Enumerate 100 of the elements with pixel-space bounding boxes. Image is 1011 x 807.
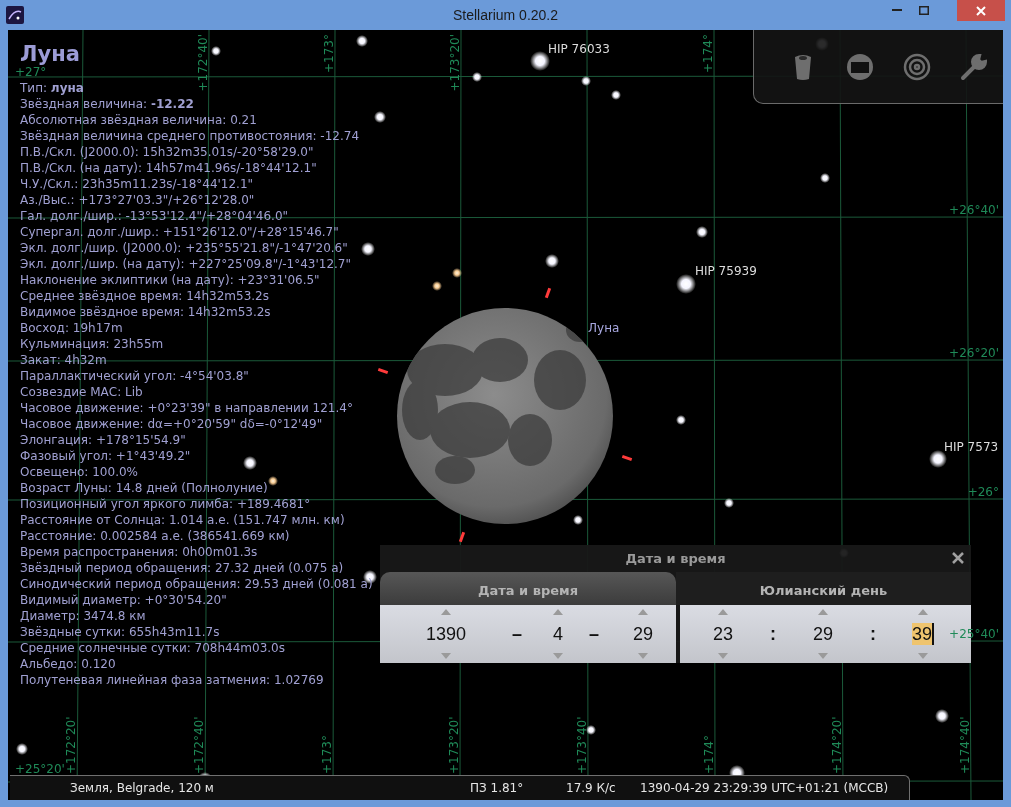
info-line: П.В./Скл. (J2000.0): 15h32m35.01s/-20°58'29.0" — [20, 144, 314, 160]
minimize-icon — [891, 8, 902, 12]
info-line: Расстояние от Солнца: 1.014 а.е. (151.747 млн. км) — [20, 512, 345, 528]
info-line: Альбедо: 0.120 — [20, 656, 116, 672]
date-time-text: 1390-04-29 23:29:39 UTC+01:21 (МССВ) — [640, 781, 889, 795]
down-arrow-icon — [638, 653, 648, 659]
spin-down-button[interactable] — [551, 652, 565, 660]
spin-down-button[interactable] — [916, 652, 930, 660]
info-line: Супергал. долг./шир.: +151°26'12.0"/+28°15'46.7" — [20, 224, 339, 240]
up-arrow-icon — [818, 609, 828, 615]
info-line: Абсолютная звёздная величина: 0.21 — [20, 112, 257, 128]
info-line: Экл. долг./шир. (на дату): +227°25'09.8"/-1°43'12.7" — [20, 256, 351, 272]
grid-label: +173° — [320, 735, 334, 774]
maximize-icon — [918, 5, 929, 15]
spin-up-button[interactable] — [816, 608, 830, 616]
window-title: Stellarium 0.20.2 — [452, 6, 559, 25]
info-line: Позиционный угол яркого лимба: +189.4681° — [20, 496, 311, 512]
spin-down-button[interactable] — [636, 652, 650, 660]
spin-up-button[interactable] — [551, 608, 565, 616]
star-label: HIP 75939 — [695, 264, 757, 278]
separator: – — [512, 622, 522, 646]
info-line: Элонгация: +178°15'54.9" — [20, 432, 186, 448]
info-line: Восход: 19h17m — [20, 320, 123, 336]
info-line: Возраст Луны: 14.8 дней (Полнолуние) — [20, 480, 268, 496]
info-line: Тип: луна — [20, 80, 84, 96]
info-line: Аз./Выс.: +173°27'03.3"/+26°12'28.0" — [20, 192, 255, 208]
info-line: Видимое звёздное время: 14h32m53.2s — [20, 304, 271, 320]
spinbox-field[interactable]: 23 — [713, 623, 733, 645]
info-line: Закат: 4h32m — [20, 352, 107, 368]
info-line: Освещено: 100.0% — [20, 464, 138, 480]
grid-label: +172°40' — [192, 716, 206, 774]
up-arrow-icon — [918, 609, 928, 615]
tab[interactable]: Дата и время — [380, 572, 676, 605]
star-label: HIP 76033 — [548, 42, 610, 56]
grid-label: +172°20' — [64, 716, 78, 774]
planet-label: Луна — [588, 321, 620, 335]
up-arrow-icon — [553, 609, 563, 615]
dialog-title: Дата и время — [625, 549, 726, 568]
spinbox-field[interactable]: 4 — [553, 623, 563, 645]
info-line: Часовое движение: dα=+0°20'59" dδ=-0°12'49" — [20, 416, 323, 432]
info-line: Диаметр: 3474.8 км — [20, 608, 146, 624]
spin-up-button[interactable] — [439, 608, 453, 616]
info-line: Звёздные сутки: 655h43m11.7s — [20, 624, 220, 640]
info-line: Фазовый угол: +1°43'49.2" — [20, 448, 191, 464]
info-line: Звёздная величина среднего противостояния: -12.74 — [20, 128, 360, 144]
info-line: Видимый диаметр: +0°30'54.20" — [20, 592, 227, 608]
tab[interactable]: Юлианский день — [676, 572, 971, 605]
grid-label: +26°40' — [949, 203, 999, 217]
location-text: Земля, Belgrade, 120 м — [70, 781, 214, 795]
up-arrow-icon — [441, 609, 451, 615]
grid-label: +173° — [322, 34, 336, 73]
info-line: Звёздная величина: -12.22 — [20, 96, 194, 112]
info-line: Синодический период обращения: 29.53 дней (0.081 a) — [20, 576, 373, 592]
wrench-icon — [960, 52, 989, 81]
grid-label: +174°40' — [958, 716, 972, 774]
info-line: Экл. долг./шир. (J2000.0): +235°55'21.8"/-1°47'20.6" — [20, 240, 348, 256]
grid-label: +27° — [15, 65, 47, 79]
info-line: Полутеневая линейная фаза затмения: 1.02769 — [20, 672, 324, 688]
info-line: Средние солнечные сутки: 708h44m03.0s — [20, 640, 285, 656]
info-line: П.В./Скл. (на дату): 14h57m41.96s/-18°44'12.1" — [20, 160, 317, 176]
down-arrow-icon — [818, 653, 828, 659]
info-line: Созвездие МАС: Lib — [20, 384, 143, 400]
grid-label: +174° — [701, 34, 715, 73]
grid-label: +26° — [967, 485, 999, 499]
close-icon — [976, 5, 986, 16]
sensor-frame-icon — [845, 52, 874, 81]
spinbox-field[interactable]: 1390 — [425, 623, 466, 645]
info-line: Гал. долг./шир.: -13°53'12.4"/+28°04'46.0" — [20, 208, 289, 224]
grid-label: +174°20' — [830, 716, 844, 774]
down-arrow-icon — [918, 653, 928, 659]
separator: – — [589, 622, 599, 646]
info-line: Расстояние: 0.002584 а.е. (386541.669 км) — [20, 528, 290, 544]
down-arrow-icon — [553, 653, 563, 659]
info-line: Наклонение эклиптики (на дату): +23°31'06.5" — [20, 272, 320, 288]
spinbox-field[interactable]: 29 — [633, 623, 653, 645]
field-of-view-text: ПЗ 1.81° — [470, 781, 524, 795]
grid-label: +26°20' — [949, 346, 999, 360]
spin-down-button[interactable] — [816, 652, 830, 660]
spin-up-button[interactable] — [636, 608, 650, 616]
up-arrow-icon — [638, 609, 648, 615]
grid-label: +174° — [702, 735, 716, 774]
up-arrow-icon — [718, 609, 728, 615]
separator: : — [870, 622, 876, 646]
star-label: HIP 7573 — [944, 440, 999, 454]
spin-up-button[interactable] — [916, 608, 930, 616]
info-line: Параллактический угол: -4°54'03.8" — [20, 368, 249, 384]
info-line: Часовое движение: +0°23'39" в направлении 121.4° — [20, 400, 353, 416]
grid-label: +173°40' — [575, 716, 589, 774]
spinbox-field[interactable]: 29 — [813, 623, 833, 645]
spin-down-button[interactable] — [716, 652, 730, 660]
target-icon — [903, 52, 932, 81]
spinbox-field[interactable]: 39 — [912, 623, 934, 645]
app-logo-icon — [6, 6, 24, 24]
close-button[interactable] — [957, 0, 1005, 21]
info-line: Кульминация: 23h55m — [20, 336, 164, 352]
down-arrow-icon — [718, 653, 728, 659]
close-icon — [951, 551, 965, 565]
spin-up-button[interactable] — [716, 608, 730, 616]
grid-label: +172°40' — [196, 34, 210, 92]
spin-down-button[interactable] — [439, 652, 453, 660]
